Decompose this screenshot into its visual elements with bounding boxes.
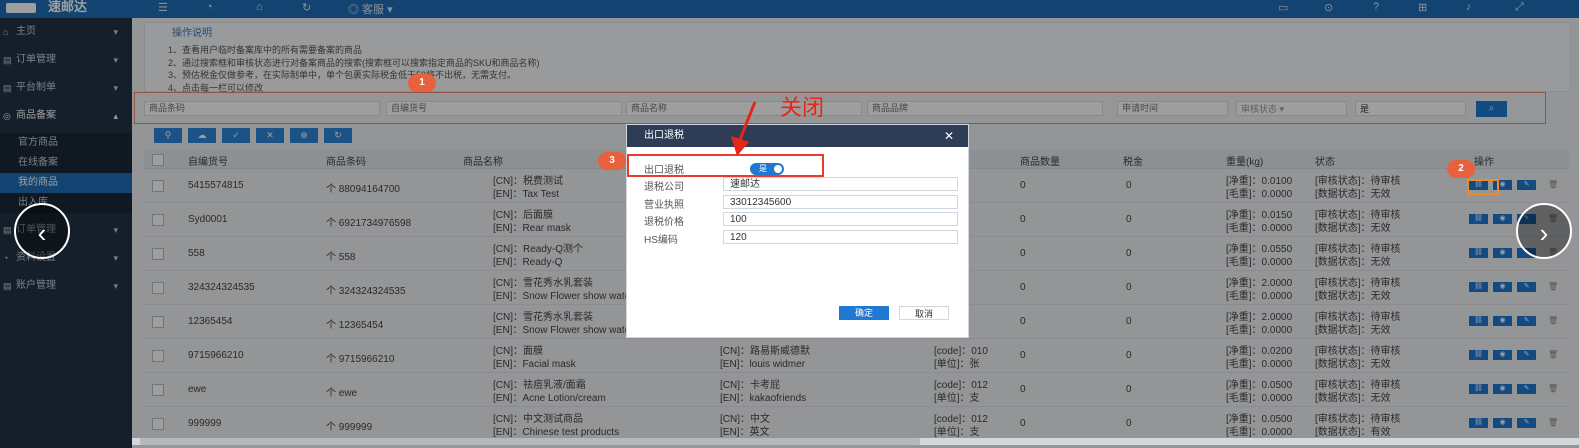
- close-annotation: 关闭: [780, 96, 825, 121]
- hs-code-field[interactable]: 120: [723, 230, 958, 244]
- step-marker: 2: [1447, 160, 1475, 178]
- price-label: 退税价格: [644, 217, 684, 228]
- company-field[interactable]: 速邮达: [723, 177, 958, 191]
- license-field[interactable]: 33012345600: [723, 195, 958, 209]
- cancel-button[interactable]: 取消: [899, 306, 949, 320]
- step-marker: 3: [598, 152, 626, 170]
- dialog-title: 出口退税: [644, 130, 684, 141]
- chevron-left-icon: ‹: [37, 218, 47, 248]
- hs-code-label: HS编码: [644, 235, 678, 246]
- price-field[interactable]: 100: [723, 212, 958, 226]
- chevron-right-icon: ›: [1539, 218, 1549, 248]
- next-slide-button[interactable]: ›: [1516, 203, 1572, 259]
- prev-slide-button[interactable]: ‹: [14, 203, 70, 259]
- company-label: 退税公司: [644, 182, 684, 193]
- horizontal-scrollbar[interactable]: [140, 438, 920, 445]
- dialog-header: 出口退税 ✕: [627, 125, 968, 147]
- step-marker: 1: [408, 74, 436, 92]
- confirm-button[interactable]: 确定: [839, 306, 889, 320]
- highlight-action-button: [1467, 179, 1499, 195]
- license-label: 营业执照: [644, 200, 684, 211]
- arrow-icon: [731, 101, 757, 156]
- close-icon[interactable]: ✕: [944, 125, 954, 147]
